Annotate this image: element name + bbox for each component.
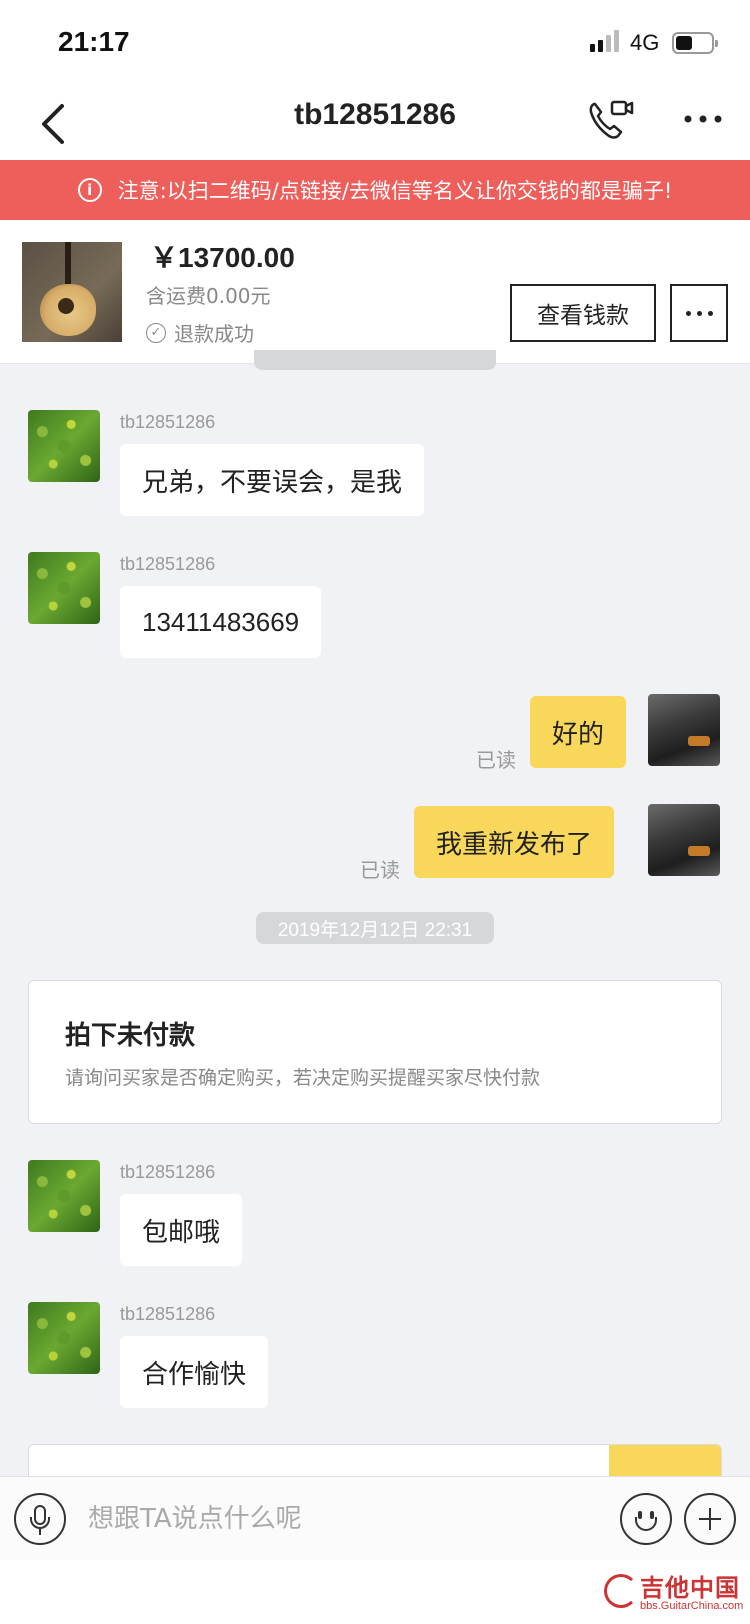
watermark-logo-icon: [604, 1574, 638, 1608]
battery-icon: [672, 32, 718, 54]
signal-icon: [590, 30, 622, 52]
product-card[interactable]: ￥13700.00 含运费0.00元 ✓ 退款成功 查看钱款: [0, 220, 750, 364]
more-icon[interactable]: [682, 104, 724, 134]
message-bubble[interactable]: 13411483669: [120, 586, 322, 658]
system-notice-description: 请询问买家是否确定购买，若决定购买提醒买家尽快付款: [65, 1067, 541, 1089]
message-bubble[interactable]: 合作愉快: [120, 1336, 269, 1408]
timestamp-partial: [254, 350, 496, 370]
watermark-url: bbs.GuitarChina.com: [640, 1600, 744, 1612]
fraud-warning-banner: i 注意:以扫二维码/点链接/去微信等名义让你交钱的都是骗子!: [0, 160, 750, 220]
avatar[interactable]: [28, 1302, 100, 1374]
watermark-text: 吉他中国: [640, 1574, 740, 1602]
call-video-icon[interactable]: [586, 98, 634, 142]
sender-name: tb12851286: [120, 412, 216, 432]
shipping-fee: 含运费0.00元: [146, 284, 271, 308]
avatar[interactable]: [28, 1160, 100, 1232]
message-input[interactable]: [88, 1491, 588, 1547]
system-notice-title: 拍下未付款: [65, 1021, 196, 1051]
status-time: 21:17: [58, 26, 130, 57]
system-notice-card[interactable]: 拍下未付款 请询问买家是否确定购买，若决定购买提醒买家尽快付款: [28, 980, 722, 1124]
my-avatar[interactable]: [648, 694, 720, 766]
info-icon: i: [77, 178, 102, 202]
avatar[interactable]: [28, 552, 100, 624]
watermark: 吉他中国 bbs.GuitarChina.com: [600, 1568, 750, 1622]
emoji-icon[interactable]: [620, 1493, 672, 1545]
warning-text: 注意:以扫二维码/点链接/去微信等名义让你交钱的都是骗子!: [117, 179, 673, 203]
network-type: 4G: [630, 30, 660, 55]
sender-name: tb12851286: [120, 554, 216, 574]
more-dots-icon: [685, 310, 713, 316]
sender-name: tb12851286: [120, 1162, 216, 1182]
status-bar: 21:17 4G: [0, 0, 750, 88]
plus-icon[interactable]: [684, 1493, 736, 1545]
microphone-icon[interactable]: [14, 1493, 66, 1545]
sender-name: tb12851286: [120, 1304, 216, 1324]
read-receipt: 已读: [476, 748, 516, 772]
my-message-bubble[interactable]: 我重新发布了: [414, 806, 615, 878]
page-title: tb12851286: [294, 98, 456, 131]
product-price: ￥13700.00: [150, 242, 295, 273]
refund-status-text: 退款成功: [174, 322, 254, 346]
nav-header: tb12851286: [0, 88, 750, 160]
timestamp: 2019年12月12日 22:31: [256, 912, 494, 944]
message-bubble[interactable]: 兄弟，不要误会，是我: [120, 444, 425, 516]
check-circle-icon: ✓: [146, 322, 166, 343]
read-receipt: 已读: [360, 858, 400, 882]
product-image[interactable]: [22, 242, 122, 342]
message-bubble[interactable]: 包邮哦: [120, 1194, 243, 1266]
product-more-button[interactable]: [670, 284, 728, 342]
refund-status: ✓ 退款成功: [146, 318, 254, 347]
avatar[interactable]: [28, 410, 100, 482]
chat-input-bar: [0, 1476, 750, 1560]
my-avatar[interactable]: [648, 804, 720, 876]
my-message-bubble[interactable]: 好的: [530, 696, 627, 768]
view-funds-button[interactable]: 查看钱款: [510, 284, 656, 342]
